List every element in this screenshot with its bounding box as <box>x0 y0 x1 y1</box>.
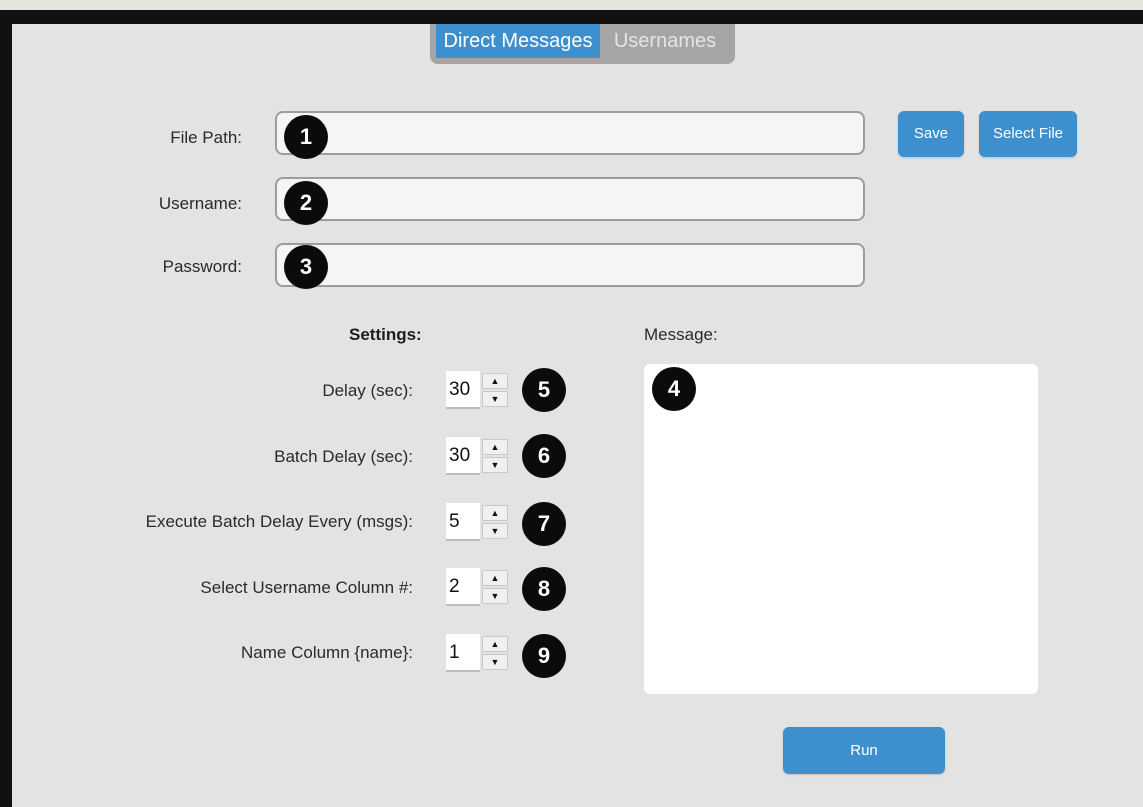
name-column-spinner[interactable]: 1 ▲ ▼ <box>446 634 510 672</box>
callout-badge-1: 1 <box>284 115 328 159</box>
tab-bar: Direct Messages Usernames <box>430 24 735 64</box>
file-path-field[interactable] <box>275 111 865 155</box>
batch-delay-label: Batch Delay (sec): <box>274 447 413 466</box>
callout-badge-2: 2 <box>284 181 328 225</box>
spinner-up-icon[interactable]: ▲ <box>482 373 508 389</box>
file-path-label: File Path: <box>170 128 242 147</box>
callout-badge-9: 9 <box>522 634 566 678</box>
spinner-up-icon[interactable]: ▲ <box>482 439 508 455</box>
save-button[interactable]: Save <box>898 111 964 157</box>
callout-badge-7: 7 <box>522 502 566 546</box>
batch-delay-spinner[interactable]: 30 ▲ ▼ <box>446 437 510 475</box>
callout-badge-5: 5 <box>522 368 566 412</box>
batch-delay-value[interactable]: 30 <box>446 437 480 475</box>
spinner-down-icon[interactable]: ▼ <box>482 523 508 539</box>
spinner-up-icon[interactable]: ▲ <box>482 570 508 586</box>
password-label: Password: <box>162 257 242 276</box>
message-label: Message: <box>644 325 718 344</box>
spinner-down-icon[interactable]: ▼ <box>482 457 508 473</box>
spinner-down-icon[interactable]: ▼ <box>482 391 508 407</box>
spinner-down-icon[interactable]: ▼ <box>482 588 508 604</box>
username-field[interactable] <box>275 177 865 221</box>
callout-badge-8: 8 <box>522 567 566 611</box>
execute-batch-delay-spinner[interactable]: 5 ▲ ▼ <box>446 503 510 541</box>
tab-direct-messages[interactable]: Direct Messages <box>436 24 600 58</box>
callout-badge-3: 3 <box>284 245 328 289</box>
main-panel: Direct Messages Usernames File Path: 1 S… <box>12 24 1143 807</box>
name-column-label: Name Column {name}: <box>241 643 413 662</box>
tab-usernames[interactable]: Usernames <box>606 24 724 58</box>
delay-value[interactable]: 30 <box>446 371 480 409</box>
callout-badge-4: 4 <box>652 367 696 411</box>
execute-batch-delay-value[interactable]: 5 <box>446 503 480 541</box>
callout-badge-6: 6 <box>522 434 566 478</box>
spinner-up-icon[interactable]: ▲ <box>482 636 508 652</box>
username-column-label: Select Username Column #: <box>200 578 413 597</box>
message-textarea[interactable] <box>644 364 1038 694</box>
username-column-value[interactable]: 2 <box>446 568 480 606</box>
run-button[interactable]: Run <box>783 727 945 774</box>
delay-label: Delay (sec): <box>322 381 413 400</box>
spinner-up-icon[interactable]: ▲ <box>482 505 508 521</box>
delay-spinner[interactable]: 30 ▲ ▼ <box>446 371 510 409</box>
execute-batch-delay-label: Execute Batch Delay Every (msgs): <box>145 512 413 531</box>
spinner-down-icon[interactable]: ▼ <box>482 654 508 670</box>
password-field[interactable] <box>275 243 865 287</box>
username-column-spinner[interactable]: 2 ▲ ▼ <box>446 568 510 606</box>
name-column-value[interactable]: 1 <box>446 634 480 672</box>
app-window: Direct Messages Usernames File Path: 1 S… <box>0 10 1143 807</box>
settings-heading: Settings: <box>349 325 422 344</box>
select-file-button[interactable]: Select File <box>979 111 1077 157</box>
username-label: Username: <box>158 194 242 213</box>
